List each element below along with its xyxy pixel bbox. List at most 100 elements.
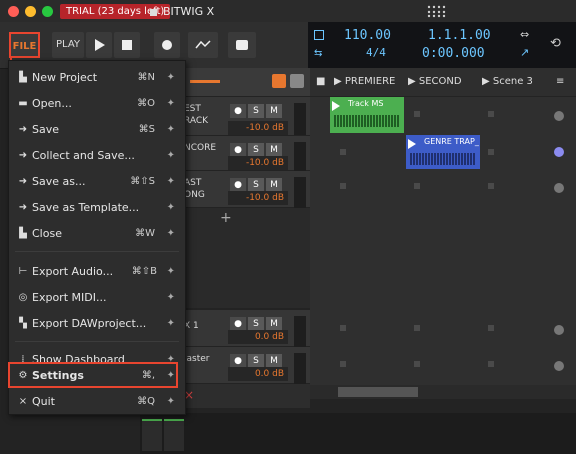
- empty-slot[interactable]: [488, 183, 494, 189]
- arm-button[interactable]: ●: [230, 143, 246, 157]
- automation-button[interactable]: [188, 32, 218, 58]
- scene-3[interactable]: ▶ Scene 3: [482, 68, 548, 96]
- empty-slot[interactable]: [414, 111, 420, 117]
- empty-slot[interactable]: [340, 183, 346, 189]
- follow-icon[interactable]: ↗: [520, 46, 529, 59]
- time-readout[interactable]: 0:00.000: [422, 46, 485, 61]
- volume-readout[interactable]: 0.0 dB: [228, 367, 288, 381]
- position-readout[interactable]: 1.1.1.00: [428, 28, 491, 43]
- menu-item-new-project[interactable]: ▙ New Project ⌘N ✦: [9, 65, 185, 91]
- add-track-icon[interactable]: +: [220, 210, 232, 226]
- solo-button[interactable]: S: [248, 143, 264, 157]
- track-row[interactable]: X 1 ● S M 0.0 dB: [180, 310, 310, 348]
- mute-button[interactable]: M: [266, 354, 282, 368]
- menu-item-quit[interactable]: × Quit ⌘Q ✦: [9, 389, 185, 415]
- pin-icon[interactable]: ✦: [167, 65, 175, 91]
- play-menu-button[interactable]: PLAY: [52, 32, 84, 58]
- clip-genre-trap[interactable]: GENRE TRAP_: [406, 135, 480, 169]
- tab-close-button[interactable]: X: [207, 5, 215, 18]
- menu-item-open[interactable]: ▬ Open... ⌘O ✦: [9, 91, 185, 117]
- menu-item-close[interactable]: ▙ Close ⌘W ✦: [9, 221, 185, 247]
- mute-button[interactable]: M: [266, 178, 282, 192]
- empty-slot[interactable]: [488, 149, 494, 155]
- track-row[interactable]: EST RACK ● S M -10.0 dB: [180, 97, 310, 135]
- solo-button[interactable]: S: [248, 178, 264, 192]
- arm-button[interactable]: ●: [230, 104, 246, 118]
- pin-icon[interactable]: ✦: [167, 91, 175, 117]
- punch-icon[interactable]: ⇔: [520, 28, 529, 41]
- menu-item-save-template[interactable]: ➜ Save as Template... ✦: [9, 195, 185, 221]
- pin-icon[interactable]: ✦: [167, 285, 175, 311]
- stop-button[interactable]: [114, 32, 140, 58]
- bottom-tab[interactable]: [142, 419, 162, 451]
- empty-slot[interactable]: [414, 361, 420, 367]
- pin-icon[interactable]: ✦: [167, 311, 175, 337]
- solo-button[interactable]: S: [248, 317, 264, 331]
- expand-icon[interactable]: [272, 74, 286, 88]
- track-row[interactable]: laster ● S M 0.0 dB: [180, 347, 310, 385]
- scene-stop-icon[interactable]: [554, 111, 564, 121]
- scene-stop-icon[interactable]: [554, 183, 564, 193]
- empty-slot[interactable]: [340, 325, 346, 331]
- scene-stop-icon[interactable]: [554, 361, 564, 371]
- empty-slot[interactable]: [340, 149, 346, 155]
- pin-icon[interactable]: ✦: [167, 169, 175, 195]
- close-window-button[interactable]: [8, 6, 19, 17]
- grid-dots-icon[interactable]: [425, 4, 451, 18]
- empty-slot[interactable]: [340, 361, 346, 367]
- empty-slot[interactable]: [414, 325, 420, 331]
- solo-button[interactable]: S: [248, 104, 264, 118]
- loop-icon[interactable]: ⟲: [550, 36, 561, 51]
- pin-icon[interactable]: ✦: [167, 143, 175, 169]
- mute-button[interactable]: M: [266, 143, 282, 157]
- track-row[interactable]: AST ONG ● S M -10.0 dB: [180, 171, 310, 209]
- arm-button[interactable]: ●: [230, 178, 246, 192]
- metronome-button[interactable]: [228, 32, 256, 58]
- menu-item-export-midi[interactable]: ◎ Export MIDI... ✦: [9, 285, 185, 311]
- arrows-icon[interactable]: ⇆: [314, 48, 322, 59]
- menu-item-collect-save[interactable]: ➜ Collect and Save... ✦: [9, 143, 185, 169]
- pin-icon[interactable]: ✦: [167, 117, 175, 143]
- file-menu-button[interactable]: FILE: [9, 32, 40, 58]
- clip-track-ms[interactable]: Track MS: [330, 97, 404, 133]
- pin-icon[interactable]: ✦: [167, 195, 175, 221]
- empty-slot[interactable]: [488, 111, 494, 117]
- bottom-tab[interactable]: [164, 419, 184, 451]
- scene-active-icon[interactable]: [554, 147, 564, 157]
- volume-readout[interactable]: 0.0 dB: [228, 330, 288, 344]
- solo-button[interactable]: S: [248, 354, 264, 368]
- scene-list-icon[interactable]: ≡: [556, 68, 570, 96]
- minimize-window-button[interactable]: [25, 6, 36, 17]
- scene-stop-icon[interactable]: [554, 325, 564, 335]
- volume-readout[interactable]: -10.0 dB: [228, 121, 288, 135]
- pin-icon[interactable]: ✦: [167, 221, 175, 247]
- mute-button[interactable]: M: [266, 104, 282, 118]
- menu-item-save[interactable]: ➜ Save ⌘S ✦: [9, 117, 185, 143]
- arm-button[interactable]: ●: [230, 354, 246, 368]
- empty-slot[interactable]: [488, 325, 494, 331]
- pin-icon[interactable]: ✦: [167, 389, 175, 415]
- stop-all-icon[interactable]: ■: [316, 68, 326, 96]
- scene-2[interactable]: ▶ SECOND: [408, 68, 478, 96]
- arm-button[interactable]: ●: [230, 317, 246, 331]
- record-button[interactable]: [154, 32, 180, 58]
- zoom-window-button[interactable]: [42, 6, 53, 17]
- mute-button[interactable]: M: [266, 317, 282, 331]
- empty-slot[interactable]: [414, 183, 420, 189]
- empty-slot[interactable]: [488, 361, 494, 367]
- track-row[interactable]: NCORE ● S M -10.0 dB: [180, 136, 310, 174]
- horizontal-scrollbar[interactable]: [310, 385, 576, 399]
- pin-icon[interactable]: ✦: [167, 259, 175, 285]
- scrollbar-thumb[interactable]: [338, 387, 418, 397]
- layout-icon[interactable]: [290, 74, 304, 88]
- document-tab[interactable]: BITWIG X: [150, 3, 214, 20]
- volume-readout[interactable]: -10.0 dB: [228, 191, 288, 205]
- tempo-value[interactable]: 110.00: [344, 28, 391, 43]
- menu-item-export-dawproject[interactable]: ▚ Export DAWproject... ✦: [9, 311, 185, 337]
- scene-1[interactable]: ▶ PREMIERE: [334, 68, 404, 96]
- tempo-tap-icon[interactable]: [314, 30, 324, 40]
- menu-item-save-as[interactable]: ➜ Save as... ⌘⇧S ✦: [9, 169, 185, 195]
- menu-item-export-audio[interactable]: ⊢ Export Audio... ⌘⇧B ✦: [9, 259, 185, 285]
- time-signature[interactable]: 4/4: [366, 46, 386, 59]
- play-button[interactable]: [86, 32, 112, 58]
